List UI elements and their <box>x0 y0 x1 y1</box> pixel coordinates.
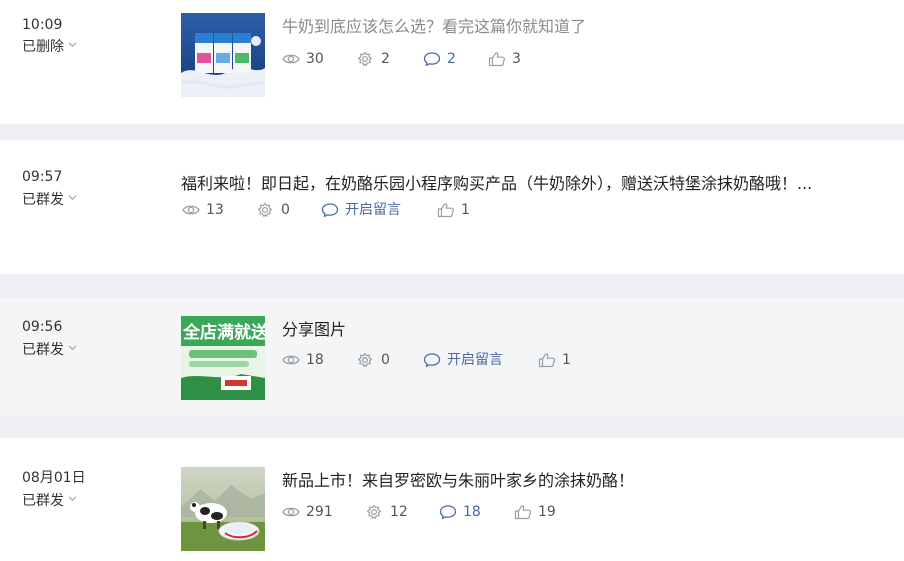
publish-time: 08月01日 <box>22 470 86 486</box>
status-label: 已群发 <box>22 493 64 509</box>
status-label: 已群发 <box>22 342 64 358</box>
shares-count: 0 <box>281 202 290 218</box>
comment-icon <box>423 352 441 368</box>
comment-icon <box>321 202 339 218</box>
enable-comments-link: 开启留言 <box>447 352 503 368</box>
promo-banner-image: 全店满就送 <box>181 316 265 400</box>
views-count: 18 <box>306 352 324 368</box>
status-dropdown[interactable]: 已群发 <box>22 491 77 511</box>
status-label: 已群发 <box>22 192 64 208</box>
status-label: 已删除 <box>22 39 64 55</box>
thumbs-up-icon <box>437 202 455 218</box>
article-stats: 18 0 开启留言 1 <box>282 350 842 370</box>
chevron-down-icon <box>68 193 77 202</box>
views-count: 13 <box>206 202 224 218</box>
article-thumbnail[interactable] <box>181 13 265 97</box>
status-dropdown[interactable]: 已删除 <box>22 37 77 57</box>
comment-icon <box>439 504 457 520</box>
article-stats: 30 2 2 3 <box>282 49 842 69</box>
article-row: 10:09 已删除 牛奶到底应该怎么选？看完这篇你就知道了 30 2 2 3 <box>0 0 904 124</box>
article-stats: 291 12 18 19 <box>282 502 842 522</box>
eye-icon <box>282 352 300 368</box>
row-separator <box>0 416 904 438</box>
views-count: 30 <box>306 51 324 67</box>
status-dropdown[interactable]: 已群发 <box>22 340 77 360</box>
article-row: 08月01日 已群发 新品上市！来自罗密欧与朱丽叶家乡的涂抹奶酪！ 291 12 <box>0 438 904 561</box>
enable-comments-link: 开启留言 <box>345 202 401 218</box>
chevron-down-icon <box>68 343 77 352</box>
status-dropdown[interactable]: 已群发 <box>22 190 77 210</box>
shares-count: 2 <box>381 51 390 67</box>
share-icon <box>257 202 273 218</box>
comment-icon <box>423 51 441 67</box>
thumbs-up-icon <box>514 504 532 520</box>
milk-cartons-image <box>181 13 265 97</box>
share-icon <box>366 504 382 520</box>
article-thumbnail[interactable]: 全店满就送 <box>181 316 265 400</box>
likes-count: 3 <box>512 51 521 67</box>
article-title[interactable]: 福利来啦！即日起，在奶酪乐园小程序购买产品（牛奶除外），赠送沃特堡涂抹奶酪哦！.… <box>181 173 812 195</box>
comments-count: 18 <box>463 504 481 520</box>
share-icon <box>357 352 373 368</box>
cow-cheese-image <box>181 467 265 551</box>
promo-banner-text: 全店满就送 <box>182 322 265 343</box>
article-row: 09:57 已群发 福利来啦！即日起，在奶酪乐园小程序购买产品（牛奶除外），赠送… <box>0 140 904 274</box>
views-count: 291 <box>306 504 333 520</box>
likes-count: 19 <box>538 504 556 520</box>
article-stats: 13 0 开启留言 1 <box>181 200 741 220</box>
share-icon <box>357 51 373 67</box>
thumbs-up-icon <box>538 352 556 368</box>
article-row: 09:56 已群发 全店满就送 分享图片 18 0 开启留言 1 <box>0 298 904 416</box>
article-title[interactable]: 牛奶到底应该怎么选？看完这篇你就知道了 <box>282 16 586 38</box>
thumbs-up-icon <box>488 51 506 67</box>
publish-time: 09:56 <box>22 319 63 335</box>
publish-time: 10:09 <box>22 17 63 33</box>
shares-count: 12 <box>390 504 408 520</box>
comments-count: 2 <box>447 51 456 67</box>
eye-icon <box>282 504 300 520</box>
chevron-down-icon <box>68 494 77 503</box>
eye-icon <box>282 51 300 67</box>
row-separator <box>0 274 904 298</box>
article-thumbnail[interactable] <box>181 467 265 551</box>
row-separator <box>0 124 904 140</box>
publish-time: 09:57 <box>22 169 63 185</box>
shares-count: 0 <box>381 352 390 368</box>
likes-count: 1 <box>461 202 470 218</box>
chevron-down-icon <box>68 40 77 49</box>
eye-icon <box>182 202 200 218</box>
likes-count: 1 <box>562 352 571 368</box>
article-title[interactable]: 分享图片 <box>282 319 346 341</box>
article-title[interactable]: 新品上市！来自罗密欧与朱丽叶家乡的涂抹奶酪！ <box>282 470 634 492</box>
